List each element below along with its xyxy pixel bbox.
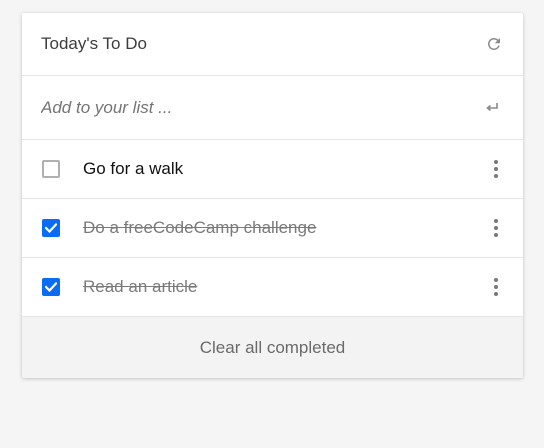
- todo-card: Today's To Do Go for a walk Do a freeCod…: [22, 13, 523, 378]
- more-vertical-icon[interactable]: [489, 158, 503, 180]
- more-vertical-icon[interactable]: [489, 276, 503, 298]
- todo-footer: Clear all completed: [22, 317, 523, 378]
- item-label: Do a freeCodeCamp challenge: [83, 218, 317, 237]
- item-checkbox[interactable]: [42, 160, 60, 178]
- item-checkbox[interactable]: [42, 278, 60, 296]
- todo-header: Today's To Do: [22, 13, 523, 76]
- page-title: Today's To Do: [41, 34, 147, 53]
- add-item-input[interactable]: [41, 97, 481, 118]
- list-item: Do a freeCodeCamp challenge: [22, 199, 523, 258]
- add-row: [22, 76, 523, 140]
- enter-icon[interactable]: [481, 97, 503, 119]
- refresh-icon[interactable]: [483, 33, 505, 55]
- item-label: Read an article: [83, 277, 198, 296]
- item-checkbox[interactable]: [42, 219, 60, 237]
- todo-list: Go for a walk Do a freeCodeCamp challeng…: [22, 140, 523, 317]
- more-vertical-icon[interactable]: [489, 217, 503, 239]
- list-item: Go for a walk: [22, 140, 523, 199]
- list-item: Read an article: [22, 258, 523, 317]
- item-label: Go for a walk: [83, 159, 184, 178]
- clear-completed-button[interactable]: Clear all completed: [200, 338, 346, 358]
